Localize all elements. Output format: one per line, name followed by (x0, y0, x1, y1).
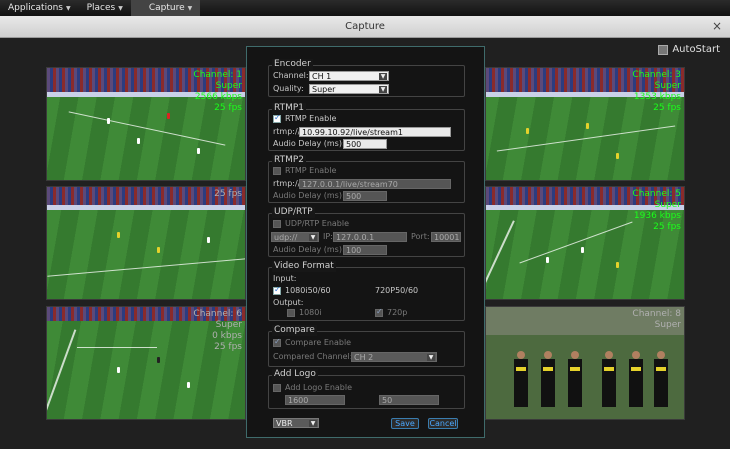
chevron-down-icon: ▼ (309, 234, 317, 241)
video-preview-channel-3[interactable]: Channel: 3 Super 1353 kbps 25 fps (485, 67, 685, 181)
udp-enable-checkbox[interactable] (273, 220, 281, 228)
window-title: Capture (345, 21, 385, 32)
capture-app-menu[interactable]: Capture ▼ (130, 0, 201, 16)
channel-select[interactable]: CH 1 ▼ (309, 71, 389, 81)
logo-x-input[interactable]: 1600 (285, 395, 345, 405)
output-720p-label: 720p (387, 308, 408, 317)
input-1080i-label: 1080i50/60 (285, 286, 331, 295)
save-button[interactable]: Save (391, 418, 419, 429)
rtmp1-delay-input[interactable]: 500 (343, 139, 387, 149)
capture-main-area: AutoStart Channel: 1 Super 2566 kbps 25 fps (0, 38, 730, 449)
capture-app-menu-label: Capture (148, 3, 185, 13)
channel-stats: Channel: 3 Super 1353 kbps 25 fps (632, 70, 681, 113)
chevron-down-icon: ▼ (379, 73, 387, 80)
output-720p-checkbox[interactable] (375, 307, 383, 317)
udp-delay-label: Audio Delay (ms): (273, 245, 345, 254)
gnome-top-bar: Applications ▼ Places ▼ Capture ▼ (0, 0, 730, 16)
close-window-button[interactable]: × (710, 20, 724, 34)
video-format-section: Video Format Input: 1080i50/60 720P50/60… (268, 261, 465, 321)
channel-stats: Channel: 1 Super 2566 kbps 25 fps (193, 70, 242, 113)
video-preview-channel-1[interactable]: Channel: 1 Super 2566 kbps 25 fps (46, 67, 246, 181)
output-label: Output: (273, 298, 304, 307)
compare-title: Compare (272, 325, 317, 336)
caret-down-icon: ▼ (118, 4, 123, 12)
encoder-title: Encoder (272, 59, 313, 70)
rtmp1-url-input[interactable]: 10.99.10.92/live/stream1 (299, 127, 451, 137)
compare-enable-checkbox[interactable] (273, 337, 281, 347)
places-menu[interactable]: Places ▼ (79, 0, 131, 16)
rtmp1-section: RTMP1 RTMP Enable rtmp:// 10.99.10.92/li… (268, 103, 465, 151)
chevron-down-icon: ▼ (427, 354, 435, 361)
channel-stats: Channel: 6 Super 0 kbps 25 fps (193, 309, 242, 352)
channel-stats: Channel: 5 Super 1936 kbps 25 fps (632, 189, 681, 232)
video-preview-channel-8[interactable]: Channel: 8 Super (485, 306, 685, 420)
places-menu-label: Places (86, 3, 116, 13)
udp-rtp-section: UDP/RTP UDP/RTP Enable udp://▼ IP: 127.0… (268, 207, 465, 257)
quality-select[interactable]: Super ▼ (309, 84, 389, 94)
compare-section: Compare Compare Enable Compared Channel:… (268, 325, 465, 367)
compare-enable-label: Compare Enable (285, 338, 352, 347)
chevron-down-icon: ▼ (379, 86, 387, 93)
rtmp1-enable-checkbox[interactable] (273, 113, 281, 123)
udp-port-label: Port: (411, 232, 430, 241)
logo-y-input[interactable]: 50 (379, 395, 439, 405)
channel-settings-dialog: Encoder Channel: CH 1 ▼ Quality: Super ▼ R… (246, 46, 485, 438)
udp-protocol-select[interactable]: udp://▼ (271, 232, 319, 242)
rtmp2-delay-input[interactable]: 500 (343, 191, 387, 201)
channel-stats: 25 fps (214, 189, 242, 199)
window-title-bar: Capture × (0, 16, 730, 38)
rate-mode-select[interactable]: VBR ▼ (273, 418, 319, 428)
input-label: Input: (273, 274, 297, 283)
chevron-down-icon: ▼ (309, 420, 317, 427)
add-logo-enable-label: Add Logo Enable (285, 383, 353, 392)
udp-port-input[interactable]: 10001 (431, 232, 461, 242)
add-logo-section: Add Logo Add Logo Enable 1600 50 (268, 369, 465, 409)
autostart-checkbox[interactable] (658, 44, 669, 55)
video-preview-channel-6[interactable]: Channel: 6 Super 0 kbps 25 fps (46, 306, 246, 420)
rtmp2-url-label: rtmp:// (273, 179, 301, 188)
rtmp2-url-input[interactable]: 127.0.0.1/live/stream70 (299, 179, 451, 189)
video-format-title: Video Format (272, 261, 336, 272)
applications-menu[interactable]: Applications ▼ (0, 0, 79, 16)
autostart-label: AutoStart (672, 44, 720, 55)
cancel-button[interactable]: Cancel (428, 418, 458, 429)
add-logo-title: Add Logo (272, 369, 318, 380)
quality-label: Quality: (273, 84, 304, 93)
rtmp1-url-label: rtmp:// (273, 127, 301, 136)
video-preview-channel-5[interactable]: Channel: 5 Super 1936 kbps 25 fps (485, 186, 685, 300)
input-1080i-checkbox[interactable] (273, 285, 281, 295)
output-1080i-checkbox[interactable] (287, 309, 295, 317)
rtmp2-enable-label: RTMP Enable (285, 166, 337, 175)
rtmp2-title: RTMP2 (272, 155, 307, 166)
rtmp2-delay-label: Audio Delay (ms): (273, 191, 345, 200)
rtmp2-enable-checkbox[interactable] (273, 167, 281, 175)
output-1080i-label: 1080i (299, 308, 322, 317)
channel-stats: Channel: 8 Super (632, 309, 681, 330)
udp-ip-input[interactable]: 127.0.0.1 (333, 232, 407, 242)
rtmp2-section: RTMP2 RTMP Enable rtmp:// 127.0.0.1/live… (268, 155, 465, 203)
input-720p-label: 720P50/60 (375, 286, 419, 295)
udp-delay-input[interactable]: 100 (343, 245, 387, 255)
rtmp1-delay-label: Audio Delay (ms): (273, 139, 345, 148)
autostart-toggle[interactable]: AutoStart (658, 44, 720, 55)
compared-channel-label: Compared Channel: (273, 352, 353, 361)
caret-down-icon: ▼ (65, 4, 71, 12)
add-logo-enable-checkbox[interactable] (273, 384, 281, 392)
screen: Applications ▼ Places ▼ Capture ▼ Captur… (0, 0, 730, 449)
compared-channel-select[interactable]: CH 2 ▼ (351, 352, 437, 362)
video-preview-channel-2[interactable]: 25 fps (46, 186, 246, 300)
rtmp1-enable-label: RTMP Enable (285, 114, 337, 123)
encoder-section: Encoder Channel: CH 1 ▼ Quality: Super ▼ (268, 59, 465, 97)
udp-rtp-title: UDP/RTP (272, 207, 315, 218)
channel-label: Channel: (273, 71, 309, 80)
udp-ip-label: IP: (323, 232, 333, 241)
caret-down-icon: ▼ (187, 4, 193, 12)
udp-enable-label: UDP/RTP Enable (285, 219, 350, 228)
applications-menu-label: Applications (8, 3, 63, 13)
